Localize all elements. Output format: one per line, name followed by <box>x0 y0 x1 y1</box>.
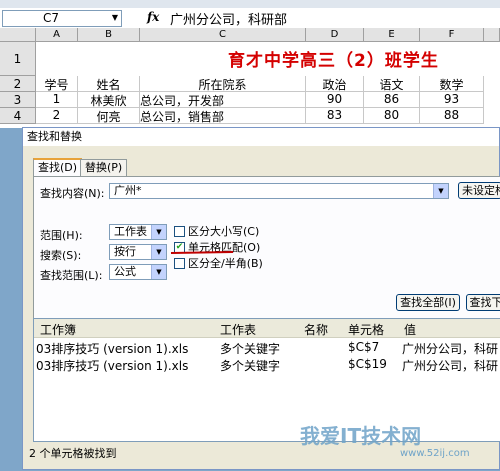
column-header[interactable]: F <box>420 28 484 42</box>
sheet-title[interactable]: 育才中学高三（2）班学生 <box>228 46 439 71</box>
cell[interactable]: 总公司，销售部 <box>140 108 306 124</box>
cell[interactable]: 83 <box>306 108 364 124</box>
select-all-corner[interactable] <box>0 28 36 42</box>
cell[interactable]: 何亮 <box>78 108 140 124</box>
cell[interactable]: 语文 <box>364 76 420 92</box>
name-box-value: C7 <box>43 11 60 25</box>
cell[interactable]: 学号 <box>36 76 78 92</box>
column-header[interactable]: C <box>140 28 306 42</box>
column-cell[interactable]: 单元格 <box>348 321 384 338</box>
row-header[interactable]: 2 <box>0 76 36 92</box>
column-header[interactable]: B <box>78 28 140 42</box>
column-header[interactable]: E <box>364 28 420 42</box>
cell[interactable]: 86 <box>364 92 420 108</box>
name-box[interactable]: C7 ▼ <box>2 10 122 27</box>
cell[interactable]: 数学 <box>420 76 484 92</box>
cell[interactable]: 2 <box>36 108 78 124</box>
column-header[interactable]: A <box>36 28 78 42</box>
cell[interactable]: 总公司，开发部 <box>140 92 306 108</box>
cell[interactable]: 1 <box>36 92 78 108</box>
result-workbook: 03排序技巧 (version 1).xls <box>36 359 189 373</box>
row-header[interactable]: 3 <box>0 92 36 108</box>
find-replace-dialog: 查找和替换 查找(D) 替换(P) 查找内容(N): 广州* ▼ 未设定格 范围… <box>22 127 500 470</box>
fx-icon[interactable]: fx <box>147 10 159 24</box>
column-workbook[interactable]: 工作簿 <box>40 321 76 338</box>
result-cell: $C$7 <box>348 340 380 354</box>
column-value[interactable]: 值 <box>404 321 416 338</box>
result-sheet: 多个关键字 <box>220 359 281 373</box>
result-workbook: 03排序技巧 (version 1).xls <box>36 342 189 356</box>
column-name[interactable]: 名称 <box>304 321 328 338</box>
result-cell: $C$19 <box>348 357 387 371</box>
column-sheet[interactable]: 工作表 <box>220 321 256 338</box>
row-header[interactable]: 4 <box>0 108 36 124</box>
cell[interactable]: 93 <box>420 92 484 108</box>
result-value: 广州分公司，科研 <box>402 342 499 356</box>
column-header[interactable]: D <box>306 28 364 42</box>
cell[interactable]: 林美欣 <box>78 92 140 108</box>
row-header[interactable]: 1 <box>0 42 36 76</box>
results-header: 工作簿 工作表 名称 单元格 值 <box>34 319 500 338</box>
cell[interactable]: 90 <box>306 92 364 108</box>
watermark-logo: 我爱IT技术网 <box>300 424 422 448</box>
chevron-down-icon[interactable]: ▼ <box>110 12 120 24</box>
watermark-url: www.52ij.com <box>400 448 470 459</box>
cell[interactable]: 政治 <box>306 76 364 92</box>
cell[interactable]: 姓名 <box>78 76 140 92</box>
result-sheet: 多个关键字 <box>220 342 281 356</box>
spreadsheet-grid: A B C D E F 1 2 3 4 育才中学高三（2）班学生 学号 姓名 所… <box>0 28 500 128</box>
formula-text[interactable]: 广州分公司，科研部 <box>170 9 287 28</box>
cell[interactable]: 所在院系 <box>140 76 306 92</box>
cell[interactable]: 88 <box>420 108 484 124</box>
result-value: 广州分公司，科研 <box>402 359 499 373</box>
column-header[interactable] <box>484 28 500 42</box>
underline-annotation <box>170 251 234 254</box>
cell[interactable]: 80 <box>364 108 420 124</box>
results-list[interactable]: 工作簿 工作表 名称 单元格 值 03排序技巧 (version 1).xls … <box>33 318 500 442</box>
